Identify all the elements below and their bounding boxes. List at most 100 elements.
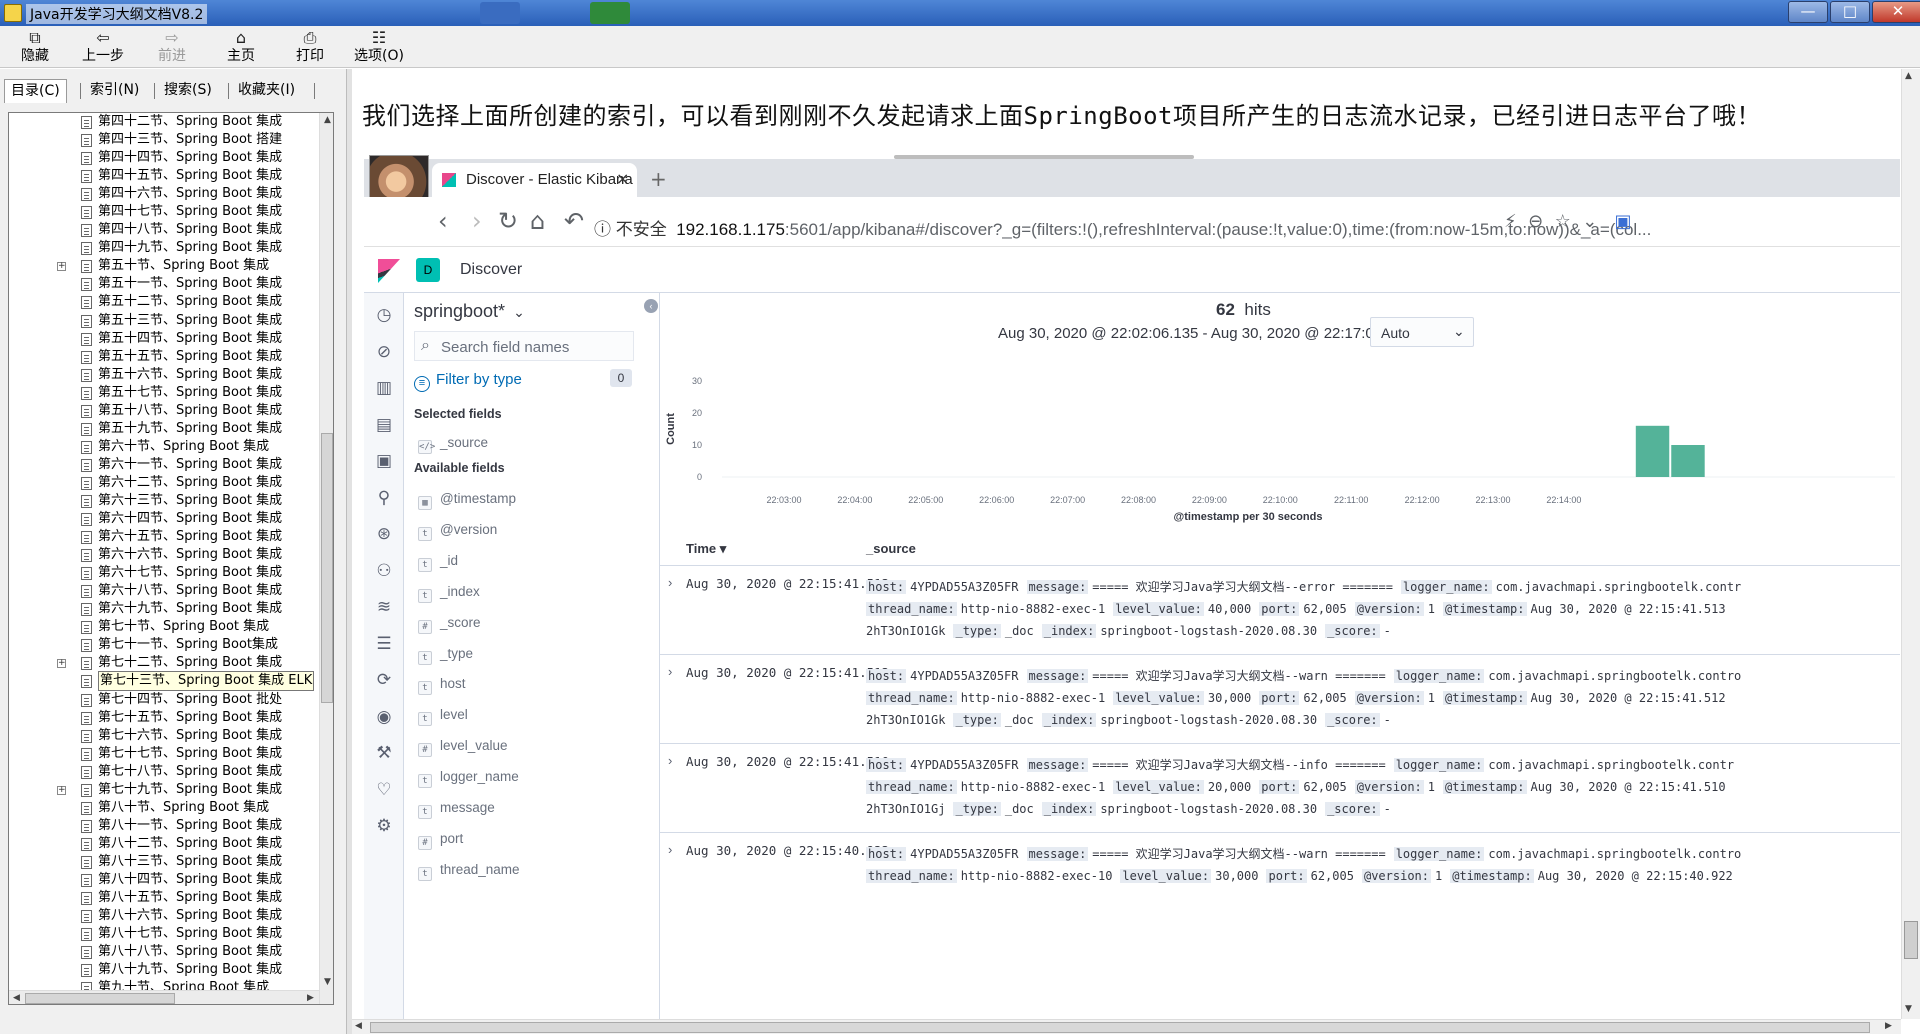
field-item[interactable]: t _type xyxy=(418,646,473,676)
uptime-icon[interactable]: ⟳ xyxy=(372,668,396,692)
dev-tools-icon[interactable]: ⚒ xyxy=(372,741,396,765)
expand-icon[interactable]: + xyxy=(57,785,66,795)
tree-item[interactable]: 第八十二节、Spring Boot 集成 xyxy=(9,835,319,853)
tree-item[interactable]: 第八十六节、Spring Boot 集成 xyxy=(9,907,319,925)
field-item[interactable]: t level xyxy=(418,707,468,737)
tree-item[interactable]: 第五十八节、Spring Boot 集成 xyxy=(9,402,319,420)
scroll-thumb[interactable] xyxy=(25,993,175,1004)
tree-item[interactable]: 第八十五节、Spring Boot 集成 xyxy=(9,889,319,907)
tree-vertical-scrollbar[interactable]: ▲ ▼ xyxy=(319,113,333,1004)
time-column-header[interactable]: Time ▾ xyxy=(686,541,726,557)
tree-item[interactable]: 第六十一节、Spring Boot 集成 xyxy=(9,456,319,474)
forward-icon[interactable]: › xyxy=(472,209,482,233)
tree-item[interactable]: 第七十四节、Spring Boot 批处 xyxy=(9,691,319,709)
filter-by-type-button[interactable]: ≡ Filter by type xyxy=(414,371,522,392)
tree-item[interactable]: 第六十二节、Spring Boot 集成 xyxy=(9,474,319,492)
tree-item[interactable]: 第八十七节、Spring Boot 集成 xyxy=(9,925,319,943)
tree-item[interactable]: 第四十二节、Spring Boot 集成 xyxy=(9,113,319,131)
new-tab-icon[interactable]: + xyxy=(650,167,667,191)
undo-icon[interactable]: ↶ xyxy=(564,209,584,233)
tree-item[interactable]: 第七十七节、Spring Boot 集成 xyxy=(9,745,319,763)
extension-icon[interactable]: ▣ xyxy=(1615,211,1632,232)
field-item[interactable]: t _index xyxy=(418,584,480,614)
field-item[interactable]: t host xyxy=(418,676,466,706)
tree-item[interactable]: 第六十四节、Spring Boot 集成 xyxy=(9,510,319,528)
field-item[interactable]: # port xyxy=(418,831,463,861)
tree-item[interactable]: 第七十五节、Spring Boot 集成 xyxy=(9,709,319,727)
scroll-thumb[interactable] xyxy=(321,433,333,703)
tab-index[interactable]: 索引(N) xyxy=(84,79,145,103)
field-item[interactable]: # _score xyxy=(418,615,481,645)
print-button[interactable]: ⎙ 打印 xyxy=(279,28,341,66)
tree-item[interactable]: 第四十三节、Spring Boot 搭建 xyxy=(9,131,319,149)
content-vertical-scrollbar[interactable]: ▲ ▼ xyxy=(1901,69,1920,1019)
field-item[interactable]: t logger_name xyxy=(418,769,519,799)
home-icon[interactable]: ⌂ xyxy=(530,209,545,233)
tree-item[interactable]: + 第七十二节、Spring Boot 集成 xyxy=(9,654,319,672)
canvas-icon[interactable]: ▣ xyxy=(372,449,396,473)
tree-item[interactable]: 第五十九节、Spring Boot 集成 xyxy=(9,420,319,438)
dashboard-icon[interactable]: ▤ xyxy=(372,413,396,437)
field-item[interactable]: t _id xyxy=(418,553,458,583)
bookmark-star-icon[interactable]: ☆ xyxy=(1555,211,1571,232)
field-item[interactable]: # level_value xyxy=(418,738,508,768)
field-item[interactable]: </> _source xyxy=(418,435,488,465)
tree-item[interactable]: 第五十二节、Spring Boot 集成 xyxy=(9,293,319,311)
back-icon[interactable]: ‹ xyxy=(438,209,448,233)
expand-row-icon[interactable]: › xyxy=(668,842,672,857)
minimize-button[interactable]: — xyxy=(1788,1,1828,23)
tree-item[interactable]: 第七十节、Spring Boot 集成 xyxy=(9,618,319,636)
tree-item[interactable]: 第六十三节、Spring Boot 集成 xyxy=(9,492,319,510)
lightning-icon[interactable]: ⚡ xyxy=(1504,211,1517,232)
tree-item[interactable]: 第八十一节、Spring Boot 集成 xyxy=(9,817,319,835)
expand-icon[interactable]: + xyxy=(57,659,66,669)
close-button[interactable]: ✕ xyxy=(1872,1,1920,23)
maps-icon[interactable]: ⚲ xyxy=(372,486,396,510)
tree-item[interactable]: 第四十五节、Spring Boot 集成 xyxy=(9,167,319,185)
field-item[interactable]: t thread_name xyxy=(418,862,520,892)
close-tab-icon[interactable]: × xyxy=(616,169,629,188)
tree-item[interactable]: 第四十九节、Spring Boot 集成 xyxy=(9,239,319,257)
maximize-button[interactable]: □ xyxy=(1830,1,1870,23)
tree-item[interactable]: 第五十四节、Spring Boot 集成 xyxy=(9,330,319,348)
tree-item[interactable]: 第五十一节、Spring Boot 集成 xyxy=(9,275,319,293)
tree-item[interactable]: 第四十四节、Spring Boot 集成 xyxy=(9,149,319,167)
scroll-left-icon[interactable]: ◀ xyxy=(9,991,24,1004)
siem-icon[interactable]: ◉ xyxy=(372,705,396,729)
tree-item[interactable]: 第七十一节、Spring Boot集成 xyxy=(9,636,319,654)
tree-item[interactable]: 第四十七节、Spring Boot 集成 xyxy=(9,203,319,221)
field-search-input[interactable]: ⌕ Search field names xyxy=(414,331,634,361)
tree-item[interactable]: 第六十六节、Spring Boot 集成 xyxy=(9,546,319,564)
scroll-right-icon[interactable]: ▶ xyxy=(303,991,318,1004)
hide-button[interactable]: ⧉ 隐藏 xyxy=(4,28,66,66)
tree-item[interactable]: 第八十八节、Spring Boot 集成 xyxy=(9,943,319,961)
kibana-logo-icon[interactable] xyxy=(378,259,400,283)
tree-item[interactable]: 第六十节、Spring Boot 集成 xyxy=(9,438,319,456)
ml-icon[interactable]: ⊛ xyxy=(372,522,396,546)
tab-contents[interactable]: 目录(C) xyxy=(4,79,67,103)
home-button[interactable]: ⌂ 主页 xyxy=(210,28,272,66)
browser-tab[interactable]: Discover - Elastic Kibana × xyxy=(432,163,637,197)
field-item[interactable]: t message xyxy=(418,800,495,830)
scroll-thumb[interactable] xyxy=(370,1022,1870,1033)
collapse-sidebar-icon[interactable]: ‹ xyxy=(644,299,658,313)
tree-item[interactable]: 第四十八节、Spring Boot 集成 xyxy=(9,221,319,239)
field-item[interactable]: t @version xyxy=(418,522,497,552)
infrastructure-icon[interactable]: ⚇ xyxy=(372,559,396,583)
tree-item[interactable]: + 第七十九节、Spring Boot 集成 xyxy=(9,781,319,799)
tree-item[interactable]: 第四十六节、Spring Boot 集成 xyxy=(9,185,319,203)
scroll-up-icon[interactable]: ▲ xyxy=(1905,71,1912,81)
back-button[interactable]: ⇦ 上一步 xyxy=(72,28,134,66)
tree-item[interactable]: 第五十七节、Spring Boot 集成 xyxy=(9,384,319,402)
expand-icon[interactable]: + xyxy=(57,262,66,272)
tree-item[interactable]: + 第五十节、Spring Boot 集成 xyxy=(9,257,319,275)
content-horizontal-scrollbar[interactable]: ◀ ▶ xyxy=(352,1019,1901,1034)
tree-horizontal-scrollbar[interactable]: ◀ ▶ xyxy=(9,990,319,1004)
tree-item[interactable]: 第五十六节、Spring Boot 集成 xyxy=(9,366,319,384)
expand-row-icon[interactable]: › xyxy=(668,753,672,768)
monitoring-icon[interactable]: ♡ xyxy=(372,778,396,802)
reload-icon[interactable]: ↻ xyxy=(498,209,518,233)
tab-favorites[interactable]: 收藏夹(I) xyxy=(232,79,301,103)
apm-icon[interactable]: ☰ xyxy=(372,632,396,656)
tab-search[interactable]: 搜索(S) xyxy=(158,79,218,103)
